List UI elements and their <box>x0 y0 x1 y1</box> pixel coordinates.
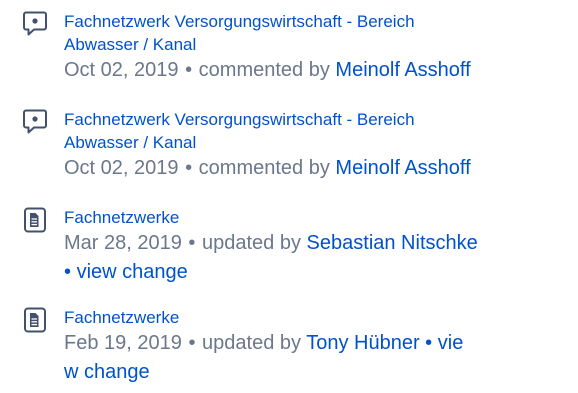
separator: • <box>188 232 196 254</box>
view-change-link[interactable]: • view change <box>64 261 188 283</box>
activity-date: Oct 02, 2019 <box>64 59 179 81</box>
activity-action: commented by <box>198 59 330 81</box>
title-line-2: Abwasser / Kanal <box>64 35 197 54</box>
page-icon <box>22 306 50 334</box>
user-link[interactable]: Meinolf Asshoff <box>335 59 470 81</box>
separator: • <box>185 157 193 179</box>
separator: • <box>425 332 433 354</box>
activity-title-link[interactable]: Fachnetzwerke <box>64 306 564 329</box>
view-change-label-part-2: w change <box>64 361 150 383</box>
activity-date: Oct 02, 2019 <box>64 157 179 179</box>
activity-title-link[interactable]: Fachnetzwerk Versorgungswirtschaft - Ber… <box>64 108 564 154</box>
activity-action: updated by <box>202 232 301 254</box>
user-link[interactable]: Sebastian Nitschke <box>307 232 478 254</box>
activity-title-link[interactable]: Fachnetzwerk Versorgungswirtschaft - Ber… <box>64 10 564 56</box>
activity-date: Mar 28, 2019 <box>64 232 182 254</box>
activity-title-link[interactable]: Fachnetzwerke <box>64 206 564 229</box>
comment-icon <box>22 108 50 136</box>
view-change-label: view change <box>76 261 188 283</box>
activity-meta: Oct 02, 2019 • commented by Meinolf Assh… <box>64 56 564 85</box>
activity-meta: Mar 28, 2019 • updated by Sebastian Nits… <box>64 229 564 287</box>
separator: • <box>64 261 72 283</box>
title-line-2: Abwasser / Kanal <box>64 133 197 152</box>
page-icon <box>22 206 50 234</box>
separator: • <box>188 332 196 354</box>
user-link[interactable]: Tony Hübner <box>306 332 419 354</box>
activity-feed: Fachnetzwerk Versorgungswirtschaft - Ber… <box>0 0 578 393</box>
title-line-1: Fachnetzwerk Versorgungswirtschaft - Ber… <box>64 12 415 31</box>
activity-date: Feb 19, 2019 <box>64 332 182 354</box>
activity-action: updated by <box>202 332 301 354</box>
title-line-1: Fachnetzwerk Versorgungswirtschaft - Ber… <box>64 110 415 129</box>
user-link[interactable]: Meinolf Asshoff <box>335 157 470 179</box>
activity-action: commented by <box>198 157 330 179</box>
view-change-label-part-1: vie <box>437 332 464 354</box>
comment-icon <box>22 10 50 38</box>
activity-meta: Feb 19, 2019 • updated by Tony Hübner • … <box>64 329 564 387</box>
activity-meta: Oct 02, 2019 • commented by Meinolf Assh… <box>64 154 564 183</box>
separator: • <box>185 59 193 81</box>
